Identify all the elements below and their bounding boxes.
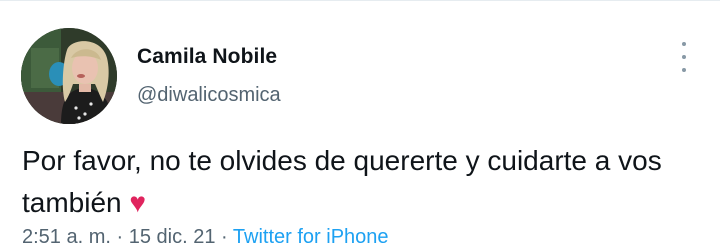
more-vertical-icon[interactable]	[674, 42, 694, 72]
heart-emoji-icon: ♥	[129, 187, 147, 218]
tweet-text: Por favor, no te olvides de quererte y c…	[22, 140, 662, 224]
avatar[interactable]	[21, 28, 117, 124]
meta-separator-2: ·	[221, 226, 228, 248]
tweet-source[interactable]: Twitter for iPhone	[233, 226, 389, 248]
tweet-time[interactable]: 2:51 a. m.	[22, 226, 111, 248]
more-dot	[682, 68, 686, 72]
tweet-meta: 2:51 a. m. · 15 dic. 21 · Twitter for iP…	[22, 226, 389, 249]
display-name[interactable]: Camila Nobile	[137, 45, 277, 69]
user-handle[interactable]: @diwalicosmica	[137, 84, 281, 107]
meta-separator: ·	[116, 226, 124, 248]
tweet-body: Por favor, no te olvides de quererte y c…	[22, 145, 662, 218]
more-dot	[682, 42, 686, 46]
tweet-date[interactable]: 15 dic. 21	[129, 226, 216, 248]
more-dot	[682, 55, 686, 59]
tweet-card[interactable]: Camila Nobile @diwalicosmica Por favor, …	[0, 0, 720, 248]
